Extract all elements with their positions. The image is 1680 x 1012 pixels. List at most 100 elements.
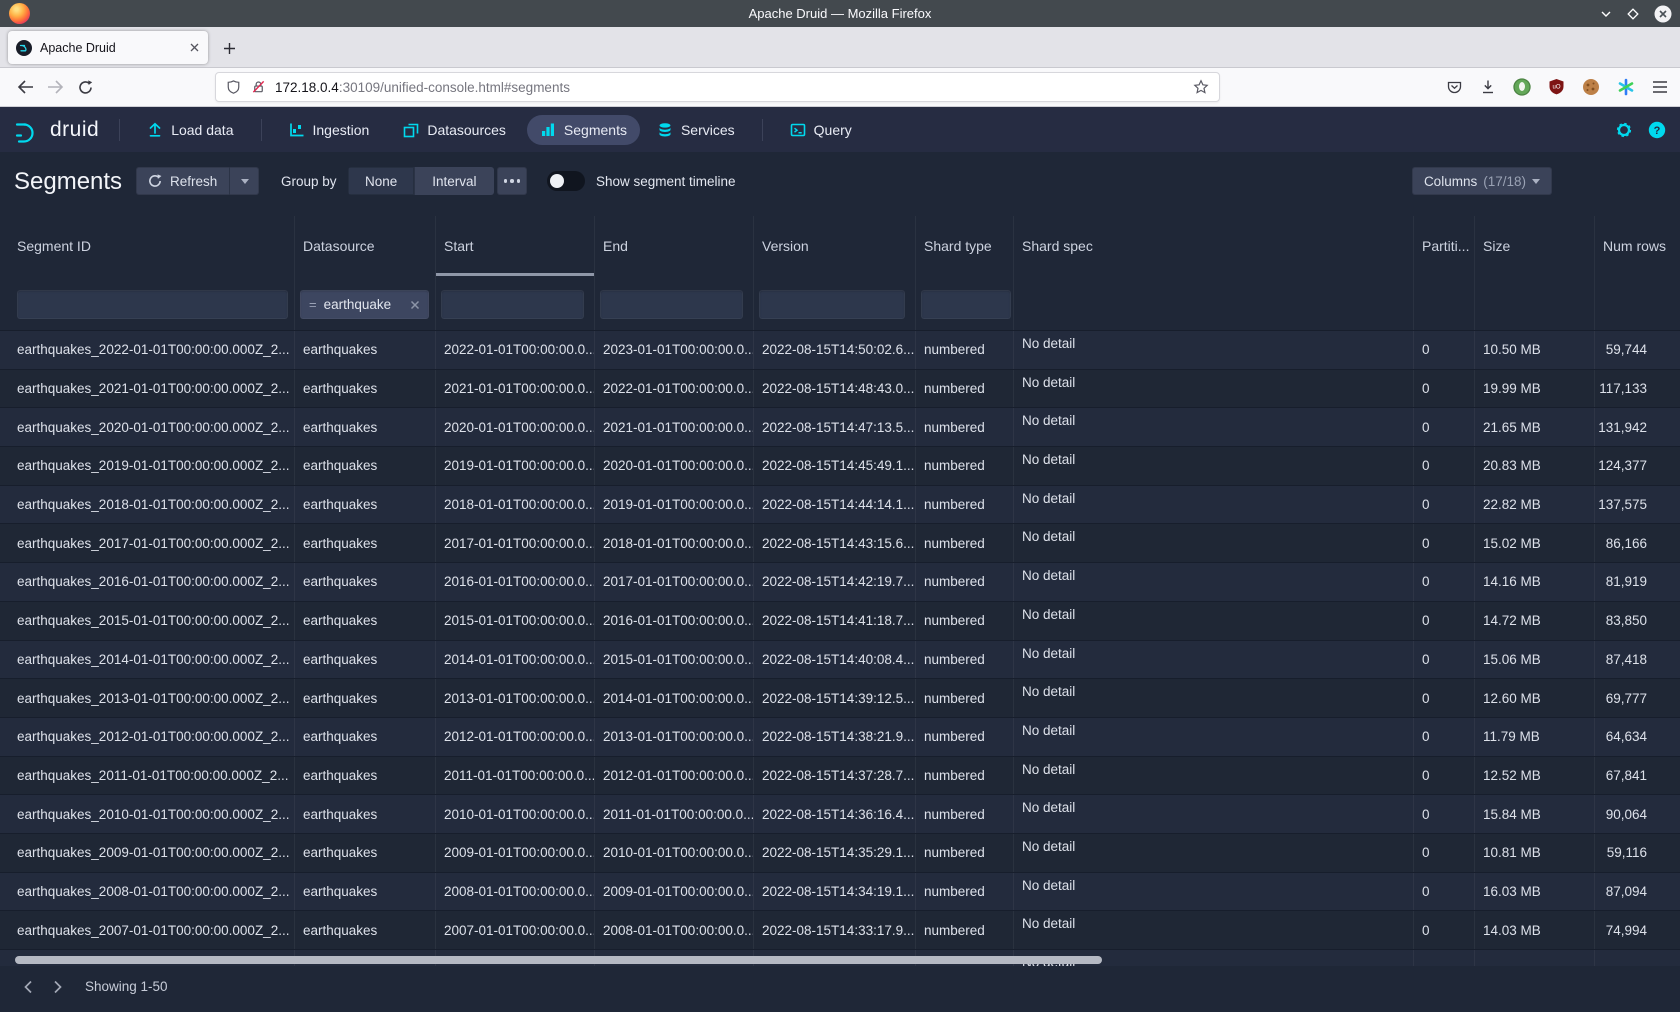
columns-button[interactable]: Columns (17/18) (1412, 167, 1552, 195)
pocket-icon[interactable] (1446, 79, 1463, 95)
cell-shard-type: numbered (915, 563, 1013, 601)
new-tab-button[interactable] (218, 37, 240, 59)
help-icon[interactable]: ? (1648, 121, 1666, 139)
cell-version: 2022-08-15T14:45:49.1... (753, 447, 915, 485)
view-header: Segments Refresh Group by None Interval … (0, 152, 1680, 216)
cell-partition: 0 (1413, 447, 1474, 485)
nav-item-load-data[interactable]: Load data (134, 115, 246, 145)
filter-chip-datasource[interactable]: = earthquake (300, 290, 429, 319)
settings-gear-icon[interactable] (1615, 121, 1633, 139)
column-header-num-rows[interactable]: Num rows (1594, 216, 1680, 276)
cell-datasource: earthquakes (294, 524, 435, 562)
nav-item-services[interactable]: Services (644, 115, 748, 145)
previous-page-button[interactable] (16, 975, 40, 999)
druid-brand-text: druid (50, 118, 99, 142)
column-header-segment-id[interactable]: Segment ID (0, 216, 294, 276)
column-header-size[interactable]: Size (1474, 216, 1594, 276)
menu-hamburger-icon[interactable] (1652, 80, 1668, 94)
privacy-badger-icon[interactable] (1513, 78, 1531, 96)
cell-start: 2019-01-01T00:00:00.0... (435, 447, 594, 485)
cell-datasource: earthquakes (294, 757, 435, 795)
bookmark-star-icon[interactable] (1193, 79, 1209, 95)
url-bar[interactable]: 172.18.0.4:30109/unified-console.html#se… (215, 72, 1220, 102)
cookie-icon[interactable] (1582, 78, 1600, 96)
nav-item-segments[interactable]: Segments (527, 115, 640, 145)
next-page-button[interactable] (46, 975, 70, 999)
cell-start: 2016-01-01T00:00:00.0... (435, 563, 594, 601)
refresh-button[interactable]: Refresh (136, 167, 229, 195)
filter-input-segment-id[interactable] (17, 290, 288, 319)
close-icon[interactable] (1654, 5, 1672, 23)
cell-datasource: earthquakes (294, 679, 435, 717)
refresh-label: Refresh (170, 174, 217, 189)
cell-version: 2022-08-15T14:37:28.7... (753, 757, 915, 795)
tab-apache-druid[interactable]: Apache Druid (8, 31, 208, 64)
filter-input-version[interactable] (759, 290, 905, 319)
column-header-start[interactable]: Start (435, 216, 594, 276)
cell-end: 2011-01-01T00:00:00.0... (594, 795, 753, 833)
equals-operator-icon: = (309, 297, 317, 312)
horizontal-scrollbar[interactable] (15, 956, 1102, 964)
column-header-partition[interactable]: Partiti... (1413, 216, 1474, 276)
cell-shard-type: numbered (915, 911, 1013, 949)
services-icon (657, 122, 673, 138)
segment-timeline-toggle[interactable] (547, 171, 585, 191)
group-by-interval-button[interactable]: Interval (414, 167, 493, 195)
group-by-none-button[interactable]: None (348, 167, 414, 195)
cell-datasource: earthquakes (294, 834, 435, 872)
insecure-lock-icon[interactable] (251, 79, 266, 95)
refresh-icon (148, 174, 162, 188)
cell-partition (1413, 950, 1474, 966)
cell-datasource: earthquakes (294, 408, 435, 446)
filter-input-start[interactable] (441, 290, 584, 319)
druid-logo[interactable]: druid (14, 116, 99, 144)
nav-item-datasources[interactable]: Datasources (390, 115, 519, 145)
tab-close-icon[interactable] (189, 42, 200, 53)
cell-segment-id: earthquakes_2007-01-01T00:00:00.000Z_2..… (0, 911, 294, 949)
cell-segment-id: earthquakes_2013-01-01T00:00:00.000Z_2..… (0, 679, 294, 717)
tab-title: Apache Druid (40, 41, 189, 55)
cell-version: 2022-08-15T14:44:14.1... (753, 486, 915, 524)
cell-version: 2022-08-15T14:33:17.9... (753, 911, 915, 949)
more-options-button[interactable] (497, 167, 527, 195)
column-header-shard-spec[interactable]: Shard spec (1013, 216, 1413, 276)
filter-input-end[interactable] (600, 290, 743, 319)
forward-button[interactable] (40, 73, 70, 101)
cell-num-rows: 83,850 (1594, 602, 1680, 640)
cell-partition: 0 (1413, 524, 1474, 562)
filter-input-shard-type[interactable] (921, 290, 1011, 319)
nav-item-ingestion[interactable]: Ingestion (276, 115, 383, 145)
cell-segment-id: earthquakes_2014-01-01T00:00:00.000Z_2..… (0, 641, 294, 679)
segment-timeline-label: Show segment timeline (596, 174, 736, 189)
column-header-datasource[interactable]: Datasource (294, 216, 435, 276)
ublock-icon[interactable]: uO (1548, 78, 1565, 96)
cell-end: 2023-01-01T00:00:00.0... (594, 331, 753, 369)
cell-size: 16.03 MB (1474, 873, 1594, 911)
nav-item-query[interactable]: Query (777, 115, 865, 145)
back-button[interactable] (10, 73, 40, 101)
refresh-dropdown-button[interactable] (229, 167, 259, 195)
cell-shard-type: numbered (915, 524, 1013, 562)
chevron-down-icon (1532, 179, 1540, 184)
column-header-version[interactable]: Version (753, 216, 915, 276)
cell-end: 2012-01-01T00:00:00.0... (594, 757, 753, 795)
maximize-icon[interactable] (1627, 8, 1639, 20)
download-icon[interactable] (1480, 79, 1496, 95)
table-row: earthquakes_2016-01-01T00:00:00.000Z_2..… (0, 562, 1680, 601)
cell-shard-spec: No detail (1013, 873, 1413, 911)
cell-start: 2015-01-01T00:00:00.0... (435, 602, 594, 640)
asterisk-extension-icon[interactable] (1617, 78, 1635, 96)
cell-version: 2022-08-15T14:42:19.7... (753, 563, 915, 601)
cell-partition: 0 (1413, 873, 1474, 911)
shield-icon[interactable] (226, 79, 241, 95)
filter-chip-remove-icon[interactable] (410, 300, 420, 310)
nav-item-label: Datasources (427, 122, 506, 138)
cell-shard-type: numbered (915, 795, 1013, 833)
cell-start: 2018-01-01T00:00:00.0... (435, 486, 594, 524)
cell-partition: 0 (1413, 408, 1474, 446)
minimize-icon[interactable] (1600, 8, 1612, 20)
cell-num-rows: 87,418 (1594, 641, 1680, 679)
column-header-end[interactable]: End (594, 216, 753, 276)
reload-button[interactable] (70, 73, 100, 101)
column-header-shard-type[interactable]: Shard type (915, 216, 1013, 276)
